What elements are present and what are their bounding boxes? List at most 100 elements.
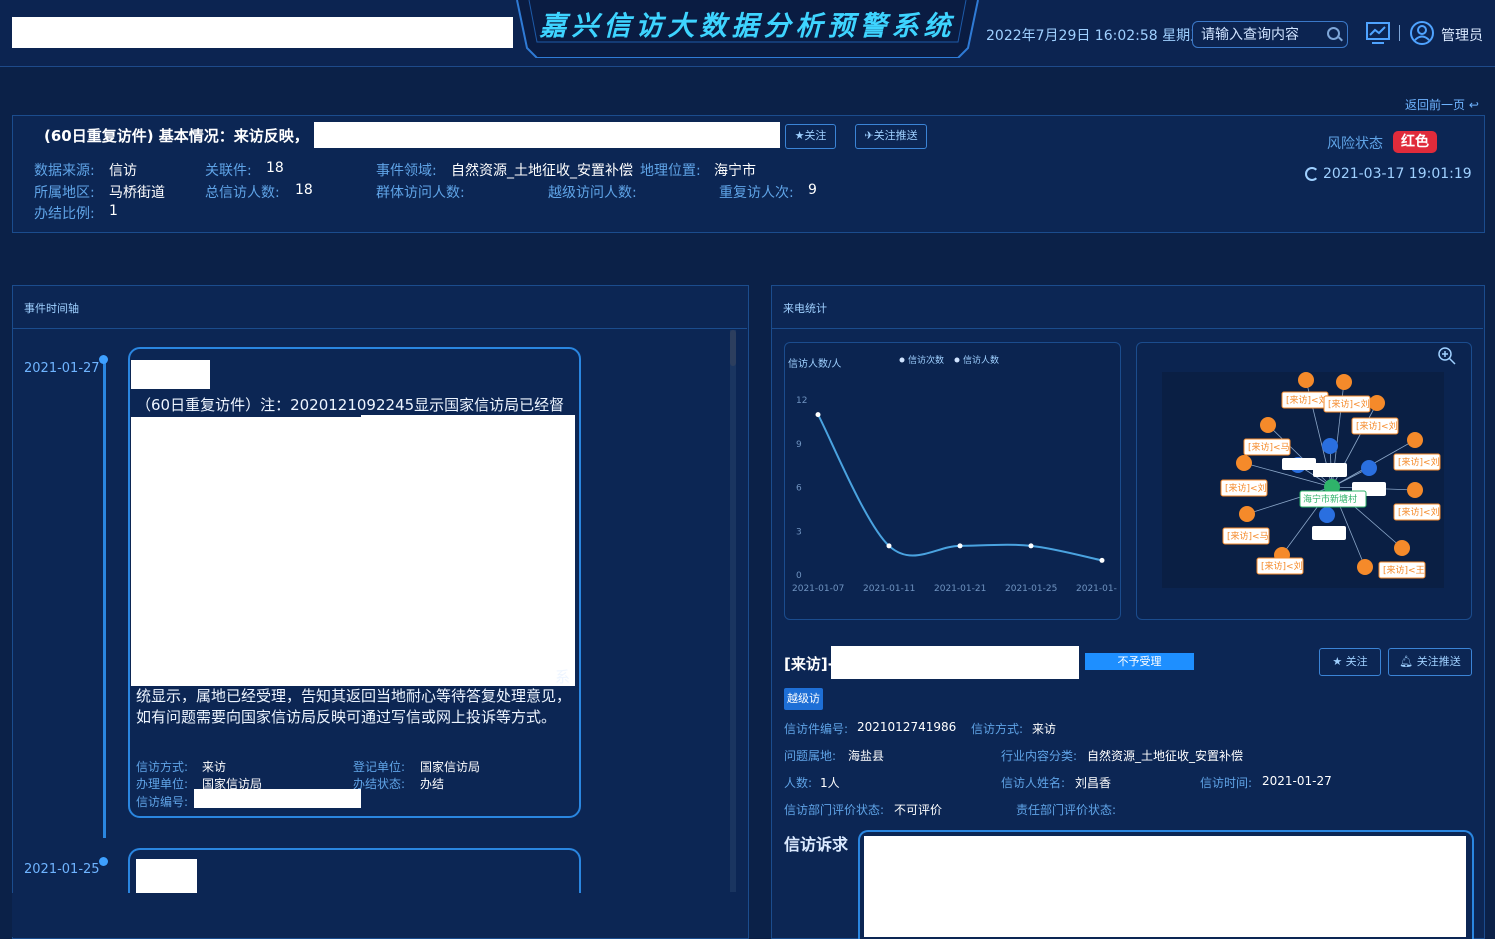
redacted-region (131, 360, 210, 389)
chart-y-axis: 0 3 6 9 12 (796, 396, 807, 581)
back-link[interactable]: 返回前一页 ↩ (1405, 96, 1479, 113)
relation-graph-svg: [来访]<刘 [来访]<刘 [来访]<刘 [来访]<马 [来访]<刘 [来访]<… (1220, 372, 1441, 579)
x-tick-label: 2021-01-25 (1005, 584, 1057, 594)
chart-ylabel: 信访人数/人 (788, 357, 841, 370)
field-label: 重复访人次: (719, 185, 794, 201)
timeline-date: 2021-01-25 (24, 862, 100, 877)
legend-label: 信访次数 (908, 354, 944, 366)
timeline-fade (12, 893, 747, 937)
chart-icon[interactable] (1366, 22, 1390, 44)
timeline-dot (99, 857, 108, 866)
current-datetime: 2022年7月29日 16:02:58 星期五 (986, 28, 1205, 44)
field-label: 办理单位: (136, 777, 189, 791)
data-point (1099, 557, 1105, 563)
timeline-scrollbar[interactable] (730, 330, 736, 892)
field-label: 登记单位: (353, 760, 406, 774)
field-label: 信访时间: (1200, 776, 1253, 790)
redacted-region (314, 122, 780, 148)
detail-push-label[interactable]: 关注推送 (1417, 655, 1461, 668)
chart-legend: 信访次数 信访人数 (899, 354, 999, 366)
field-label: 地理位置: (640, 163, 701, 179)
graph-node-label: [来访]<刘 (1261, 560, 1303, 572)
y-tick-label: 0 (796, 571, 802, 581)
field-label: 信访部门评价状态: (784, 803, 885, 817)
field-label: 信访编号: (136, 795, 189, 809)
appeal-title: 信访诉求 (784, 835, 849, 854)
redacted-region (194, 789, 361, 808)
field-value: 18 (266, 160, 284, 176)
y-tick-label: 6 (796, 484, 802, 494)
bell-icon[interactable]: 🔔︎ (1399, 655, 1413, 668)
back-link-label[interactable]: 返回前一页 (1405, 98, 1465, 112)
data-point (886, 543, 892, 549)
field-value: 9 (808, 182, 817, 198)
search-input[interactable] (1199, 24, 1323, 46)
field-label: 总信访人数: (205, 185, 280, 201)
graph-node-label: [来访]<王 (1383, 565, 1425, 576)
field-value: 刘昌香 (1075, 776, 1112, 790)
redacted-region (131, 417, 575, 686)
graph-node-label: [来访]<刘 (1225, 482, 1267, 494)
timeline-title: 事件时间轴 (24, 302, 79, 315)
search-icon[interactable] (1327, 27, 1340, 40)
risk-status-label: 风险状态 (1327, 136, 1383, 152)
timeline-line (103, 358, 106, 838)
field-value: 不可评价 (894, 803, 943, 817)
follow-push-button[interactable]: ✈关注推送 (855, 124, 927, 149)
field-label: 关联件: (205, 163, 252, 179)
risk-status-badge: 红色 (1393, 131, 1437, 153)
timeline-text-body: 统显示，属地已经受理，告知其返回当地耐心等待答复处理意见，如有问题需要向国家信访… (136, 687, 572, 726)
username[interactable]: 管理员 (1441, 25, 1483, 45)
y-tick-label: 9 (796, 440, 802, 450)
refresh-icon (1305, 167, 1319, 181)
x-tick-label: 2021-01- (1076, 584, 1117, 594)
field-label: 事件领域: (376, 163, 437, 179)
field-label: 信访人姓名: (1001, 776, 1066, 790)
field-value: 马桥街道 (109, 185, 165, 201)
graph-node-label: [来访]<马 (1248, 442, 1290, 453)
redacted-region (361, 415, 575, 419)
case-title: (60日重复访件) 基本情况：来访反映， (44, 127, 309, 145)
legend-label: 信访人数 (963, 354, 999, 366)
divider (12, 328, 747, 329)
field-label: 责任部门评价状态: (1016, 803, 1117, 817)
redacted-region (831, 646, 1079, 679)
search-box[interactable] (1192, 21, 1348, 48)
field-label: 越级访问人数: (548, 185, 637, 201)
field-value: 1人 (820, 776, 840, 790)
graph-node-label: [来访]<刘 (1398, 456, 1440, 468)
zoom-in-icon[interactable] (1437, 346, 1457, 366)
stats-title: 来电统计 (783, 302, 827, 315)
scrollbar-thumb[interactable] (730, 330, 736, 366)
timeline-text-tail: 系 (555, 668, 571, 686)
user-icon[interactable] (1410, 21, 1434, 45)
risk-time: 2021-03-17 19:01:19 (1323, 166, 1472, 182)
data-point (815, 412, 821, 418)
y-tick-label: 12 (796, 396, 807, 406)
field-value: 2021-01-27 (1262, 774, 1332, 788)
series-points (815, 412, 1105, 563)
legend-marker (899, 357, 905, 363)
skip-level-tag: 越级访 (784, 688, 823, 710)
timeline-text-head: （60日重复访件）注：2020121092245显示国家信访局已经督办，鉴于该信… (136, 396, 565, 414)
redacted-region (864, 836, 1466, 937)
x-tick-label: 2021-01-07 (792, 584, 844, 594)
field-label: 行业内容分类: (1001, 749, 1078, 763)
detail-push-button[interactable]: 🔔︎ 关注推送 (1388, 648, 1472, 676)
field-value: 2021012741986 (857, 720, 957, 734)
field-label: 群体访问人数: (376, 185, 465, 201)
field-label: 所属地区: (34, 185, 95, 201)
redacted-region (136, 859, 197, 893)
field-label: 信访方式: (971, 722, 1024, 736)
detail-follow-button[interactable]: ★ 关注 (1319, 648, 1381, 676)
data-point (1028, 543, 1034, 549)
system-title: 嘉兴信访大数据分析预警系统 (539, 11, 956, 42)
graph-node-label: [来访]<刘 (1356, 420, 1398, 432)
back-arrow-icon[interactable]: ↩ (1469, 98, 1479, 112)
divider (771, 328, 1483, 329)
x-tick-label: 2021-01-21 (934, 584, 986, 594)
field-value: 海盐县 (848, 749, 885, 763)
line-chart: 信访人数/人 信访次数 信访人数 036912 2021-01-07 2021-01… (788, 354, 1117, 594)
field-value: 18 (295, 182, 313, 198)
follow-button[interactable]: ★关注 (785, 124, 836, 149)
